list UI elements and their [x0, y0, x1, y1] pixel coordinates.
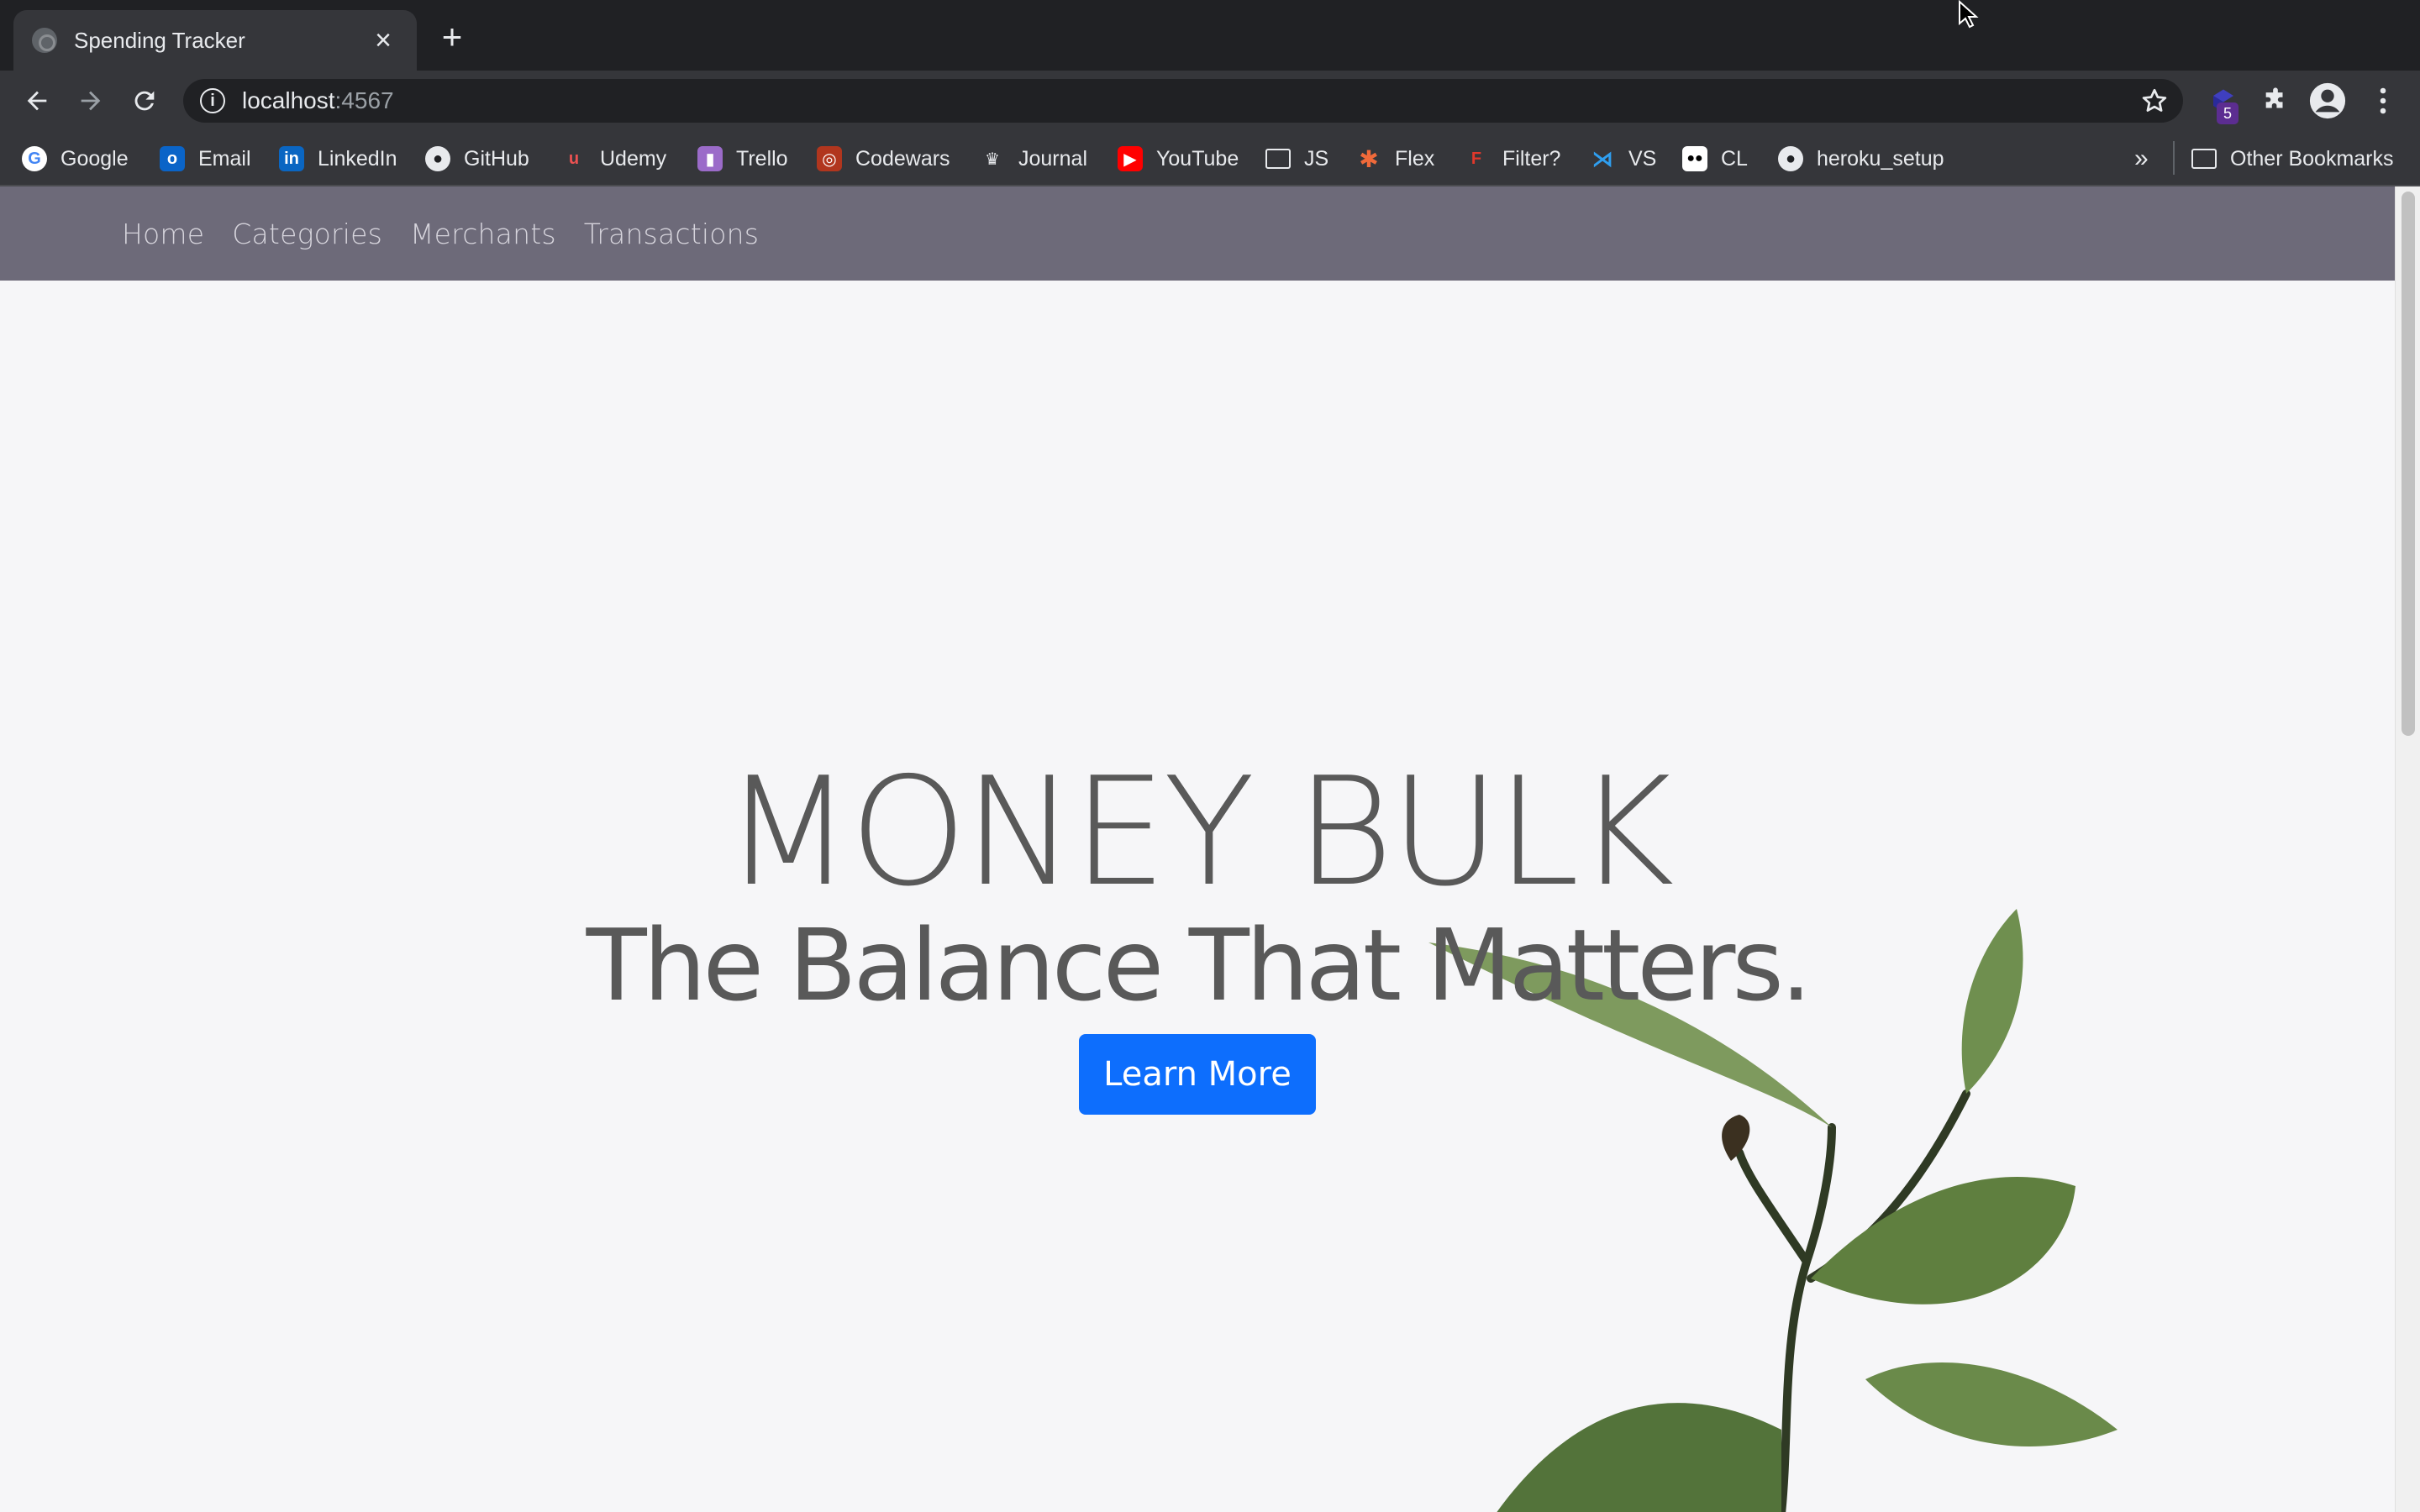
google-icon: G	[22, 146, 47, 171]
bookmark-label: Trello	[736, 146, 788, 171]
forward-arrow-icon[interactable]	[72, 82, 109, 119]
bookmark-label: heroku_setup	[1817, 146, 1944, 171]
bookmarks-divider	[2173, 141, 2175, 175]
other-bookmarks[interactable]: Other Bookmarks	[2191, 144, 2394, 173]
bookmark-github[interactable]: ● GitHub	[425, 144, 529, 173]
github-icon: ●	[1778, 146, 1803, 171]
medium-icon: ●●	[1682, 146, 1707, 171]
url-port: :4567	[334, 87, 394, 113]
address-bar[interactable]: i localhost:4567	[183, 79, 2183, 123]
bookmark-linkedin[interactable]: in LinkedIn	[279, 144, 397, 173]
nav-categories[interactable]: Categories	[232, 218, 382, 250]
globe-icon	[32, 28, 57, 53]
bookmark-label: Codewars	[855, 146, 950, 171]
bookmark-vs[interactable]: ⋊ VS	[1590, 144, 1656, 173]
linkedin-icon: in	[279, 146, 304, 171]
trello-icon: ▮	[697, 146, 723, 171]
mouse-cursor-icon	[1959, 0, 1979, 29]
url-host: localhost	[242, 87, 335, 113]
folder-icon	[1265, 149, 1291, 169]
nav-merchants[interactable]: Merchants	[410, 218, 556, 250]
outlook-icon: o	[160, 146, 185, 171]
scrollbar-thumb[interactable]	[2402, 192, 2415, 736]
new-tab-button[interactable]: +	[434, 18, 471, 55]
bookmark-label: Flex	[1395, 146, 1435, 171]
scrollbar[interactable]	[2395, 186, 2420, 1512]
learn-more-button[interactable]: Learn More	[1079, 1034, 1316, 1115]
bookmark-label: GitHub	[464, 146, 529, 171]
reload-icon[interactable]	[126, 82, 163, 119]
page-viewport: Home Categories Merchants Transactions M…	[0, 186, 2420, 1512]
profile-avatar-icon[interactable]	[2307, 81, 2348, 121]
codewars-icon: ◎	[817, 146, 842, 171]
bookmarks-bar: G Google o Email in LinkedIn ● GitHub u …	[0, 131, 2420, 186]
bookmark-label: Udemy	[600, 146, 667, 171]
hero-subtitle: The Balance That Matters.	[586, 907, 1812, 1023]
bookmark-label: YouTube	[1156, 146, 1239, 171]
nav-transactions[interactable]: Transactions	[584, 218, 759, 250]
bookmark-youtube[interactable]: ▶ YouTube	[1118, 144, 1239, 173]
bookmark-udemy[interactable]: u Udemy	[561, 144, 666, 173]
udemy-icon: u	[568, 149, 580, 168]
bookmark-filter[interactable]: F Filter?	[1464, 144, 1561, 173]
folder-icon	[2191, 149, 2217, 169]
tab-title: Spending Tracker	[74, 27, 245, 53]
site-info-icon[interactable]: i	[200, 88, 225, 113]
bookmark-journal[interactable]: ♛ Journal	[980, 144, 1087, 173]
more-bookmarks-button[interactable]: »	[2134, 144, 2149, 173]
bookmark-label: Journal	[1018, 146, 1087, 171]
bookmark-folder-js[interactable]: JS	[1265, 144, 1328, 173]
bookmark-label: VS	[1628, 146, 1657, 171]
bookmark-star-icon[interactable]	[2139, 86, 2170, 116]
bookmark-label: CL	[1721, 146, 1748, 171]
bookmark-cl[interactable]: ●● CL	[1682, 144, 1748, 173]
bookmark-google[interactable]: G Google	[22, 144, 129, 173]
flex-icon: ✱	[1359, 145, 1379, 172]
youtube-icon: ▶	[1118, 146, 1143, 171]
vscode-icon: ⋊	[1591, 145, 1613, 171]
extension-badge: 5	[2217, 102, 2238, 124]
hero-title: MONEY BULK	[723, 745, 1674, 919]
menu-dots-icon[interactable]	[2363, 81, 2403, 121]
bookmark-label: LinkedIn	[318, 146, 397, 171]
tab-close-icon[interactable]: ×	[368, 25, 398, 55]
journal-icon: ♛	[985, 150, 1000, 169]
site-navbar: Home Categories Merchants Transactions	[0, 186, 2395, 281]
bookmark-trello[interactable]: ▮ Trello	[697, 144, 788, 173]
bookmark-label: Email	[198, 146, 251, 171]
bookmark-email[interactable]: o Email	[160, 144, 251, 173]
bookmark-label: JS	[1304, 146, 1329, 171]
back-arrow-icon[interactable]	[18, 82, 55, 119]
tab-strip: Spending Tracker × +	[0, 0, 2420, 71]
bookmark-label: Google	[60, 146, 129, 171]
bookmark-label: Filter?	[1502, 146, 1561, 171]
nav-home[interactable]: Home	[122, 218, 204, 250]
github-icon: ●	[425, 146, 450, 171]
puzzle-icon[interactable]	[2255, 81, 2296, 121]
bookmark-flex[interactable]: ✱ Flex	[1356, 144, 1434, 173]
bookmark-heroku-setup[interactable]: ● heroku_setup	[1778, 144, 1944, 173]
browser-tab[interactable]: Spending Tracker ×	[13, 10, 417, 71]
bookmark-codewars[interactable]: ◎ Codewars	[817, 144, 950, 173]
filter-icon: F	[1470, 149, 1482, 168]
other-bookmarks-label: Other Bookmarks	[2230, 146, 2394, 171]
